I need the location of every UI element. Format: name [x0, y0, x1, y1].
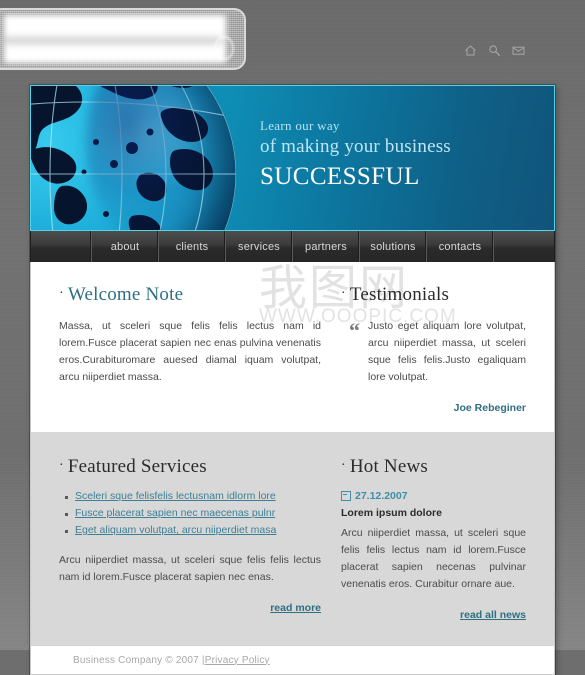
logo-placeholder[interactable] [0, 10, 244, 68]
news-date-text: 27.12.2007 [355, 490, 408, 502]
main-navigation: about clients services partners solution… [30, 231, 555, 262]
hot-news-title-text: Hot News [349, 456, 428, 477]
calendar-icon [341, 491, 351, 501]
news-headline: Lorem ipsum dolore [341, 507, 442, 519]
heading-bullet-icon: · [341, 458, 346, 473]
read-more-link[interactable]: read more [270, 602, 321, 614]
welcome-column: · Welcome Note Massa, ut sceleri sque fel… [59, 284, 321, 414]
top-icon-group [464, 44, 525, 57]
logo-image [4, 15, 226, 63]
welcome-title-text: Welcome Note [67, 284, 184, 305]
list-item: Fusce placerat sapien nec maecenas pulnr [65, 507, 321, 519]
hot-news-column: · Hot News 27.12.2007 Lorem ipsum dolore … [341, 456, 526, 623]
welcome-body: Massa, ut sceleri sque felis felis lectu… [59, 320, 321, 383]
featured-services-heading: · Featured Services [59, 456, 321, 478]
read-more-wrapper: read more [59, 598, 321, 616]
hot-news-heading: · Hot News [341, 456, 526, 478]
testimonials-column: · Testimonials “ Justo eget aliquam lore … [341, 284, 526, 414]
heading-bullet-icon: · [341, 286, 346, 301]
quote-icon: “ [349, 318, 360, 343]
nav-item-services[interactable]: services [226, 231, 293, 262]
banner-line-3: SUCCESSFUL [260, 162, 420, 190]
testimonials-title-text: Testimonials [349, 284, 450, 305]
hero-banner: Learn our way of making your business SU… [30, 85, 555, 231]
service-link-3[interactable]: Eget aliquam volutpat, arcu niiperdiet m… [75, 524, 276, 536]
copyright-text: Business Company © 2007 | [73, 654, 205, 666]
nav-item-about[interactable]: about [92, 231, 159, 262]
site-container: Learn our way of making your business SU… [30, 85, 555, 675]
nav-spacer-left [31, 231, 92, 262]
list-item: Eget aliquam volutpat, arcu niiperdiet m… [65, 524, 321, 536]
heading-bullet-icon: · [59, 458, 64, 473]
nav-item-clients[interactable]: clients [159, 231, 226, 262]
nav-item-solutions[interactable]: solutions [360, 231, 427, 262]
featured-services-list: Sceleri sque felisfelis lectusnam idlorm… [59, 490, 321, 536]
globe-graphic [31, 86, 236, 230]
intro-section: 我图网 WWW.OOOPIC.COM · Welcome Note Massa, … [30, 262, 555, 432]
testimonial-author: Joe Rebeginer [453, 402, 526, 414]
top-bar [0, 0, 585, 72]
news-body: Arcu niiperdiet massa, ut sceleri sque f… [341, 527, 526, 590]
testimonial-quote: Justo eget aliquam lore volutpat, arcu n… [368, 320, 526, 383]
nav-item-contacts[interactable]: contacts [427, 231, 494, 262]
nav-item-partners[interactable]: partners [293, 231, 360, 262]
nav-spacer-right [494, 231, 554, 262]
mail-icon[interactable] [512, 44, 525, 57]
list-item: Sceleri sque felisfelis lectusnam idlorm… [65, 490, 321, 502]
content-section: · Featured Services Sceleri sque felisfel… [30, 432, 555, 645]
testimonial-item: “ Justo eget aliquam lore volutpat, arcu… [341, 318, 526, 386]
search-icon[interactable] [488, 44, 501, 57]
testimonials-heading: · Testimonials [341, 284, 526, 306]
featured-services-title-text: Featured Services [67, 456, 207, 477]
heading-bullet-icon: · [59, 286, 64, 301]
service-link-2[interactable]: Fusce placerat sapien nec maecenas pulnr [75, 507, 275, 519]
logo-badge-icon [214, 36, 234, 60]
news-date-row: 27.12.2007 [341, 490, 526, 502]
privacy-policy-link[interactable]: Privacy Policy [205, 655, 270, 666]
home-icon[interactable] [464, 44, 477, 57]
read-all-wrapper: read all news [341, 605, 526, 623]
banner-line-1: Learn our way [260, 118, 340, 133]
featured-services-column: · Featured Services Sceleri sque felisfel… [59, 456, 321, 623]
service-link-1[interactable]: Sceleri sque felisfelis lectusnam idlorm… [75, 490, 276, 502]
banner-headline: Learn our way of making your business SU… [260, 118, 520, 191]
read-all-news-link[interactable]: read all news [460, 609, 526, 621]
welcome-heading: · Welcome Note [59, 284, 321, 306]
featured-services-body: Arcu niiperdiet massa, ut sceleri sque f… [59, 554, 321, 583]
globe-highlight [86, 86, 226, 230]
banner-line-2: of making your business [260, 136, 451, 158]
